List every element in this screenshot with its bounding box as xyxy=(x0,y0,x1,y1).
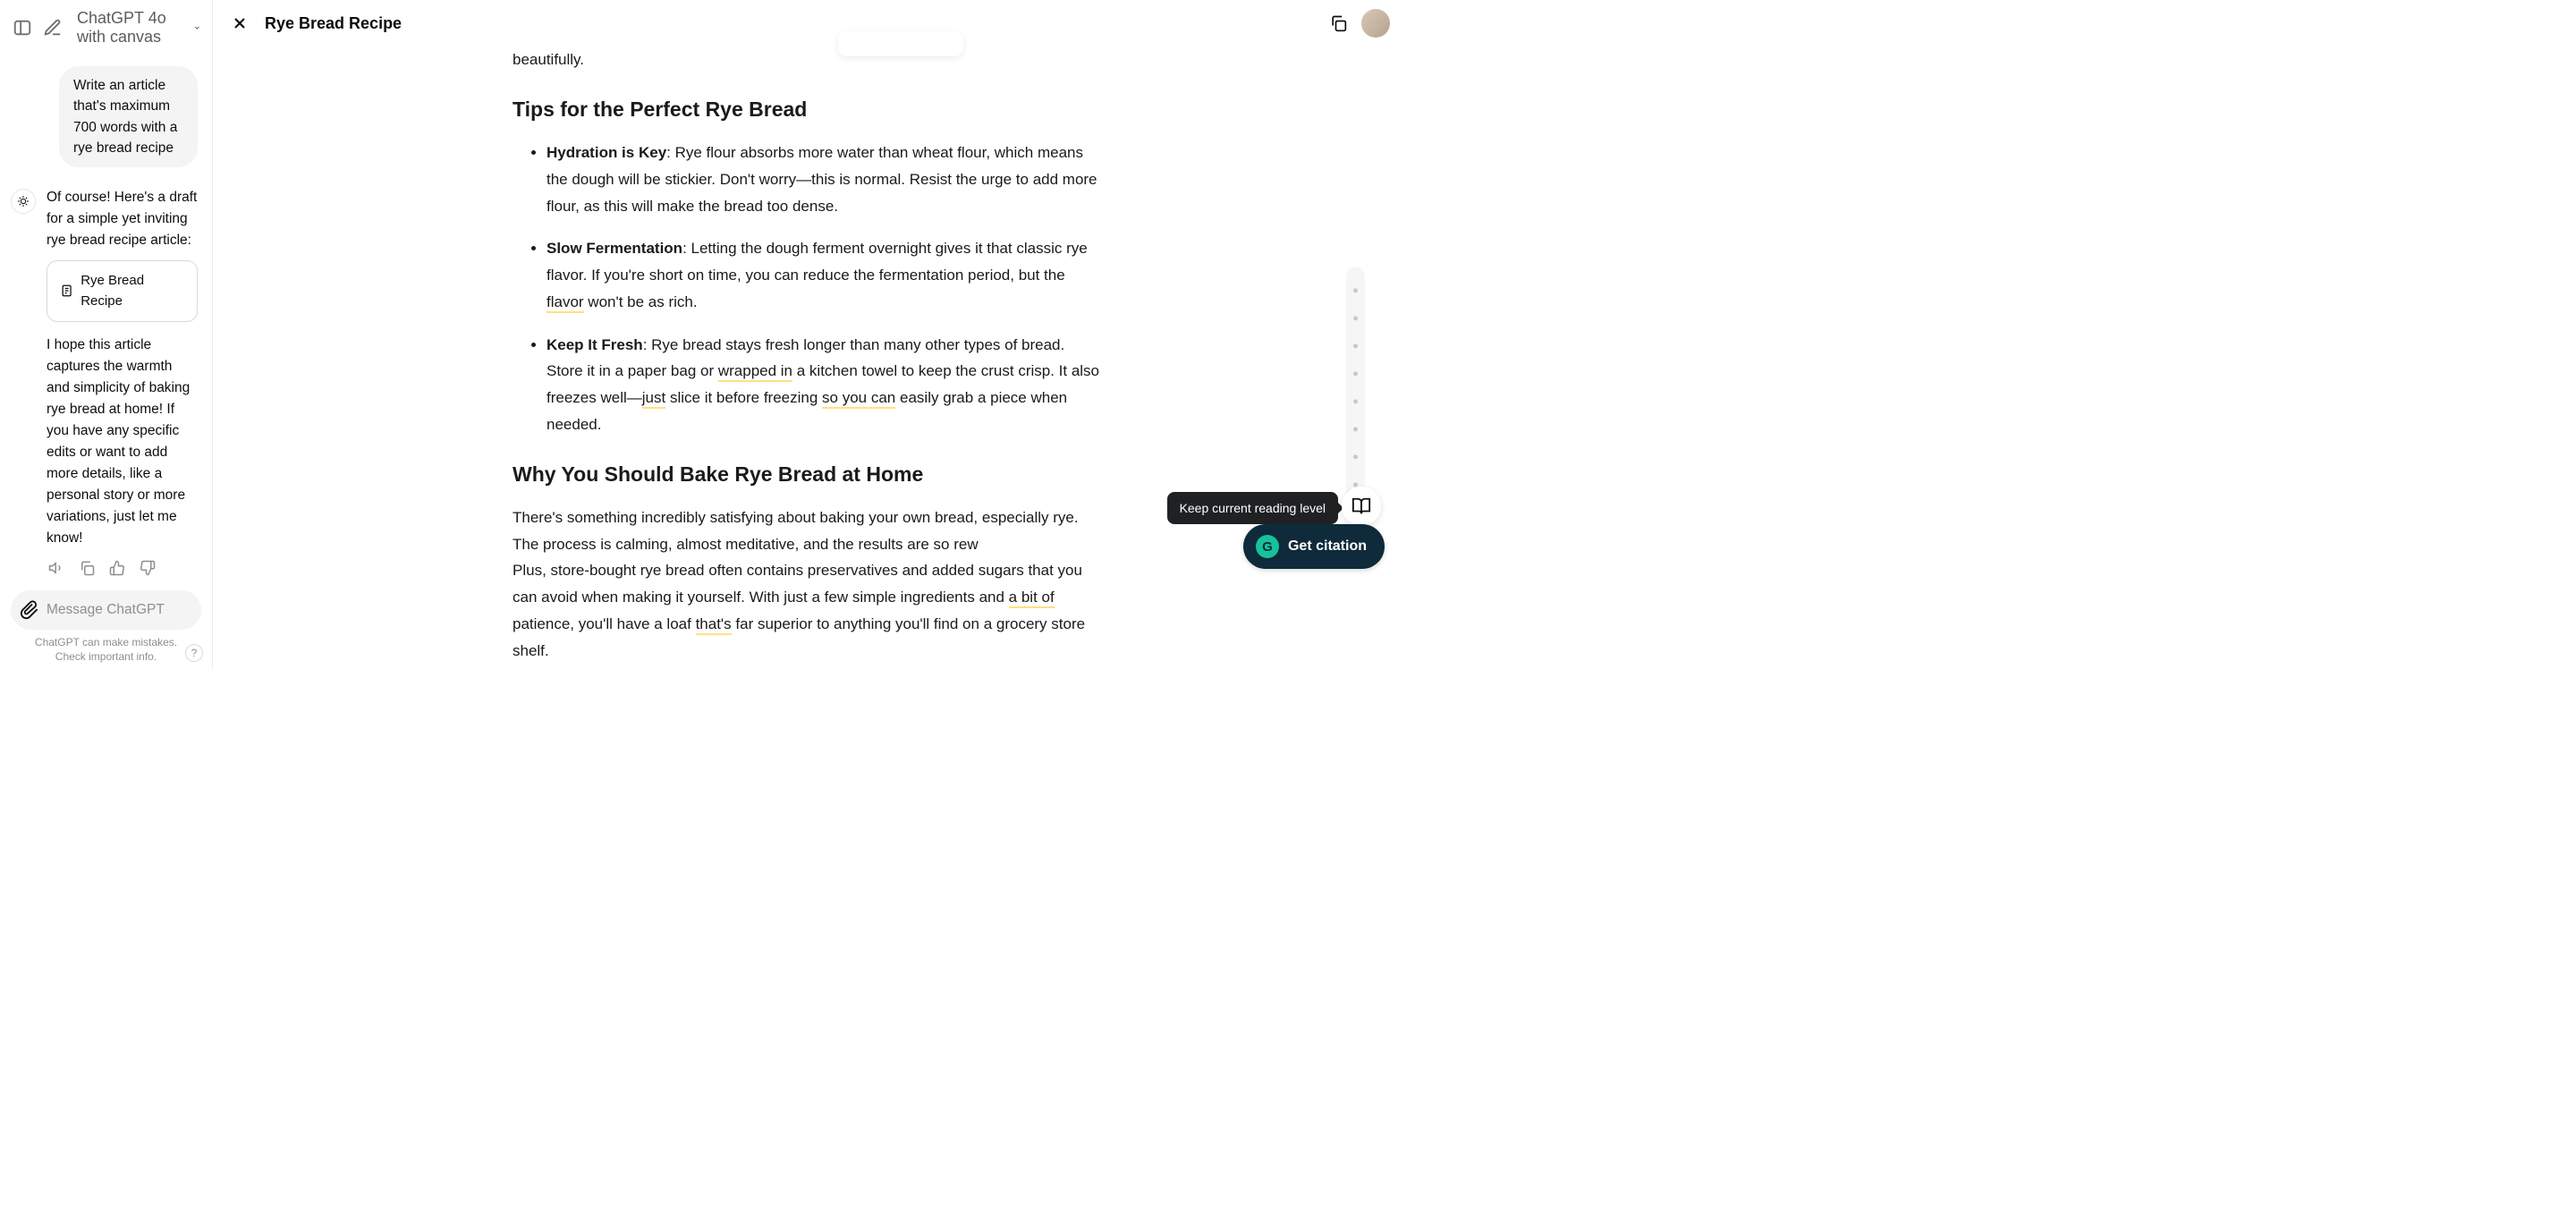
feedback-row xyxy=(47,558,198,578)
model-selector[interactable]: ChatGPT 4o with canvas xyxy=(77,9,201,47)
why-heading: Why You Should Bake Rye Bread at Home xyxy=(513,456,1103,492)
thumbs-down-icon[interactable] xyxy=(138,558,157,578)
tooltip: Keep current reading level xyxy=(1167,492,1338,524)
reading-level-button[interactable] xyxy=(1342,487,1381,526)
canvas-title: Rye Bread Recipe xyxy=(265,14,402,33)
sidebar-header: ChatGPT 4o with canvas xyxy=(11,9,201,47)
minimap-scrollbar[interactable] xyxy=(1346,267,1365,508)
message-input[interactable] xyxy=(47,602,225,618)
assistant-message: Of course! Here's a draft for a simple y… xyxy=(11,187,198,578)
assistant-avatar-icon xyxy=(11,189,36,214)
tips-list: Hydration is Key: Rye flour absorbs more… xyxy=(513,140,1103,438)
tip-item: Keep It Fresh: Rye bread stays fresh lon… xyxy=(547,332,1103,438)
book-icon xyxy=(1352,496,1371,516)
composer: + G xyxy=(11,590,201,630)
grammarly-logo-icon: G xyxy=(1256,535,1279,558)
copy-canvas-icon[interactable] xyxy=(1324,9,1352,38)
read-aloud-icon[interactable] xyxy=(47,558,66,578)
canvas-chip-label: Rye Bread Recipe xyxy=(80,270,184,312)
document-scroll[interactable]: beautifully. Tips for the Perfect Rye Br… xyxy=(213,47,1402,669)
truncated-line: beautifully. xyxy=(513,47,1103,73)
attach-icon[interactable] xyxy=(20,600,39,620)
get-citation-button[interactable]: G Get citation xyxy=(1243,524,1385,569)
close-canvas-icon[interactable] xyxy=(225,9,254,38)
canvas-area: Rye Bread Recipe beautifully. Tips for t… xyxy=(212,0,1402,669)
floating-card-edge xyxy=(838,31,963,56)
tip-item: Hydration is Key: Rye flour absorbs more… xyxy=(547,140,1103,219)
new-chat-icon[interactable] xyxy=(43,13,63,42)
document-content: beautifully. Tips for the Perfect Rye Br… xyxy=(513,47,1103,669)
help-icon[interactable]: ? xyxy=(185,644,203,662)
copy-icon[interactable] xyxy=(77,558,97,578)
toggle-sidebar-icon[interactable] xyxy=(13,13,32,42)
document-icon xyxy=(60,284,73,298)
canvas-header: Rye Bread Recipe xyxy=(213,0,1402,47)
tip-item: Slow Fermentation: Letting the dough fer… xyxy=(547,235,1103,315)
disclaimer: ChatGPT can make mistakes. Check importa… xyxy=(11,635,201,664)
assistant-intro-text: Of course! Here's a draft for a simple y… xyxy=(47,187,198,251)
user-avatar[interactable] xyxy=(1361,9,1390,38)
chevron-down-icon xyxy=(193,21,201,34)
canvas-document-chip[interactable]: Rye Bread Recipe xyxy=(47,260,198,322)
model-name: ChatGPT 4o with canvas xyxy=(77,9,188,47)
tips-heading: Tips for the Perfect Rye Bread xyxy=(513,91,1103,127)
user-message: Write an article that's maximum 700 word… xyxy=(59,66,198,167)
chat-sidebar: ChatGPT 4o with canvas Write an article … xyxy=(0,0,212,669)
chat-history: Write an article that's maximum 700 word… xyxy=(11,63,201,581)
composer-area: + G ChatGPT can make mistakes. Check imp… xyxy=(11,581,201,664)
thumbs-up-icon[interactable] xyxy=(107,558,127,578)
why-paragraph: There's something incredibly satisfying … xyxy=(513,504,1103,665)
assistant-outro-text: I hope this article captures the warmth … xyxy=(47,335,198,549)
